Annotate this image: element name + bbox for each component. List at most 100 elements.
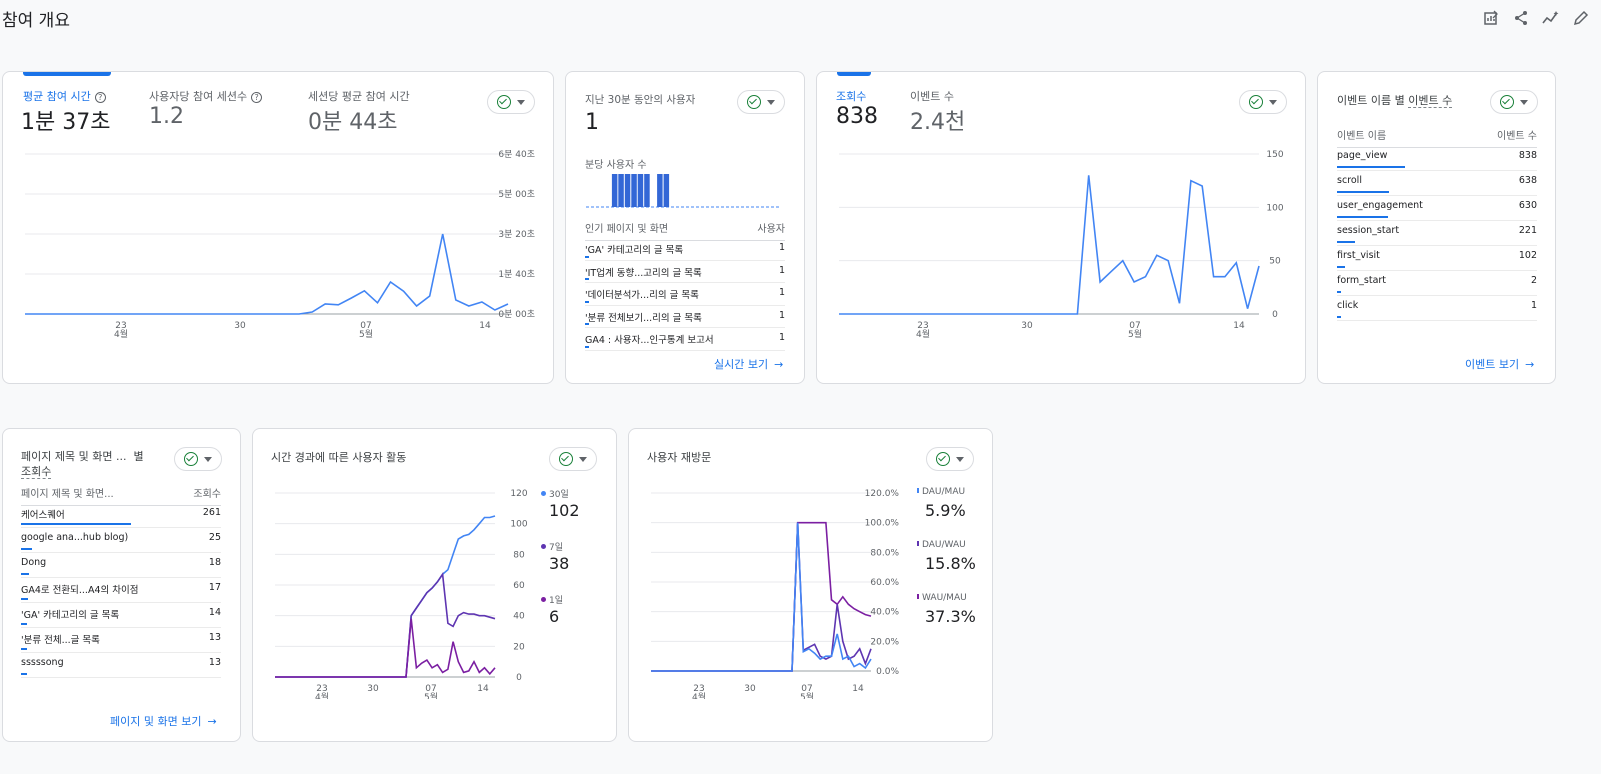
row-name: 'GA' 카테고리의 글 목록 — [585, 245, 684, 256]
y-tick-label: 3분 20초 — [498, 229, 535, 240]
metric-tab-avg-session-engagement[interactable]: 세션당 평균 참여 시간 — [308, 88, 410, 104]
per-minute-bar — [637, 174, 644, 207]
edit-icon[interactable] — [1571, 8, 1591, 28]
table-row[interactable]: first_visit 102 — [1337, 246, 1537, 271]
view-pages-link[interactable]: 페이지 및 화면 보기 → — [110, 713, 217, 729]
share-icon[interactable] — [1511, 8, 1531, 28]
table-row[interactable]: form_start 2 — [1337, 271, 1537, 296]
table-row[interactable]: Dong 18 — [21, 553, 221, 578]
row-share-bar — [21, 648, 27, 650]
insights-icon[interactable] — [1541, 8, 1561, 28]
events-by-name-card: 이벤트 이름 별 이벤트 수 이벤트 이름 이벤트 수 이벤트 보기 → page_… — [1317, 71, 1556, 384]
metric-tab-sessions-per-user[interactable]: 사용자당 참여 세션수? — [149, 88, 263, 104]
customize-report-icon[interactable] — [1481, 8, 1501, 28]
data-quality-button[interactable] — [737, 90, 785, 114]
row-share-bar — [21, 523, 131, 525]
table-row[interactable]: GA4로 전환되...A4의 차이점 17 — [21, 578, 221, 603]
data-quality-button[interactable] — [1490, 90, 1538, 114]
y-tick-label: 60.0% — [870, 578, 899, 588]
chevron-down-icon — [767, 99, 775, 105]
check-circle-icon — [1500, 95, 1514, 109]
table-row[interactable]: '분류 전체...글 목록 13 — [21, 628, 221, 653]
legend-wau-mau: WAU/MAU — [917, 593, 967, 603]
table-row[interactable]: user_engagement 630 — [1337, 196, 1537, 221]
legend-dau-wau-value: 15.8% — [925, 554, 976, 573]
view-events-link[interactable]: 이벤트 보기 → — [1465, 356, 1534, 372]
active-tab-indicator — [23, 72, 111, 76]
row-share-bar — [1337, 316, 1341, 318]
chevron-down-icon — [579, 456, 587, 462]
table-row[interactable]: scroll 638 — [1337, 171, 1537, 196]
data-quality-button[interactable] — [926, 447, 974, 471]
table-row[interactable]: GA4 : 사용자...인구통계 보고서 1 — [585, 328, 785, 351]
x-tick-label: 30 — [367, 684, 379, 694]
row-share-bar — [585, 255, 590, 258]
metric-value-sessions-per-user: 1.2 — [149, 104, 184, 129]
x-tick-label: 14 — [1233, 321, 1245, 331]
table-row[interactable]: sssssong 13 — [21, 653, 221, 678]
table-row[interactable]: 'GA' 카테고리의 글 목록 14 — [21, 603, 221, 628]
per-minute-bar — [611, 174, 618, 207]
y-tick-label: 100 — [510, 520, 527, 530]
active-tab-indicator — [837, 72, 871, 76]
y-tick-label: 0.0% — [876, 667, 899, 677]
per-minute-label: 분당 사용자 수 — [585, 160, 647, 171]
y-tick-label: 40.0% — [870, 608, 899, 618]
metric-tab-events[interactable]: 이벤트 수 — [910, 88, 954, 104]
row-share-bar — [21, 573, 29, 575]
data-quality-button[interactable] — [487, 90, 535, 114]
x-tick-label: 5월 — [359, 328, 373, 340]
x-tick-label: 4월 — [916, 328, 930, 340]
row-value: 25 — [208, 532, 221, 543]
realtime-value: 1 — [585, 110, 599, 135]
row-share-bar — [1337, 216, 1389, 218]
chevron-down-icon — [1520, 99, 1528, 105]
row-share-bar — [1337, 266, 1346, 268]
row-value: 18 — [208, 557, 221, 568]
check-circle-icon — [936, 452, 950, 466]
table-row[interactable]: 케어스퀘어 261 — [21, 503, 221, 528]
engagement-time-chart: 6분 40초5분 00초3분 20초1분 40초0분 00초234월30 075월… — [25, 150, 535, 340]
views-by-page-card: 페이지 제목 및 화면 ... 별 조회수 페이지 제목 및 화면... 조회수 페… — [2, 428, 241, 742]
help-icon[interactable]: ? — [94, 92, 106, 103]
x-tick-label: 5월 — [800, 691, 814, 699]
pages-card-title: 페이지 제목 및 화면 ... 별 조회수 — [21, 450, 144, 479]
table-row[interactable]: 'IT업계 동향...고리의 글 목록 1 — [585, 261, 785, 283]
row-name: sssssong — [21, 657, 64, 668]
table-row[interactable]: session_start 221 — [1337, 221, 1537, 246]
legend-dau-mau-value: 5.9% — [925, 501, 966, 520]
data-quality-button[interactable] — [174, 447, 222, 471]
metric-tab-avg-engagement[interactable]: 평균 참여 시간? — [23, 88, 106, 104]
row-share-bar — [1337, 166, 1405, 168]
y-tick-label: 60 — [513, 581, 525, 591]
row-value: 17 — [208, 582, 221, 593]
row-name: '분류 전체...글 목록 — [21, 635, 100, 646]
row-share-bar — [21, 623, 27, 625]
table-row[interactable]: click 1 — [1337, 296, 1537, 321]
series-dau-mau-line — [651, 522, 872, 672]
per-minute-bar — [631, 174, 637, 207]
view-realtime-link[interactable]: 실시간 보기 → — [714, 356, 783, 372]
views-chart: 150100500234월30 075월14 — [839, 150, 1284, 340]
row-value: 2 — [1530, 275, 1537, 286]
y-tick-label: 6분 40초 — [498, 150, 535, 160]
per-minute-bar — [644, 174, 650, 207]
per-minute-bar — [657, 174, 663, 207]
table-row[interactable]: google ana...hub blog) 25 — [21, 528, 221, 553]
table-row[interactable]: '분류 전체보기...리의 글 목록 1 — [585, 306, 785, 328]
row-share-bar — [21, 548, 32, 550]
data-quality-button[interactable] — [549, 447, 597, 471]
per-minute-bar — [624, 174, 631, 207]
table-row[interactable]: 'GA' 카테고리의 글 목록 1 — [585, 238, 785, 261]
row-share-bar — [1337, 241, 1355, 243]
help-icon[interactable]: ? — [251, 92, 263, 103]
events-card-title: 이벤트 이름 별 이벤트 수 — [1337, 94, 1453, 108]
metric-tab-views[interactable]: 조회수 — [836, 88, 866, 104]
y-tick-label: 120 — [510, 489, 527, 499]
check-circle-icon — [1249, 95, 1263, 109]
table-row[interactable]: '데이터분석가...리의 글 목록 1 — [585, 283, 785, 306]
x-tick-label: 4월 — [315, 691, 329, 699]
y-tick-label: 5분 00초 — [498, 189, 535, 200]
table-row[interactable]: page_view 838 — [1337, 146, 1537, 171]
data-quality-button[interactable] — [1239, 90, 1287, 114]
